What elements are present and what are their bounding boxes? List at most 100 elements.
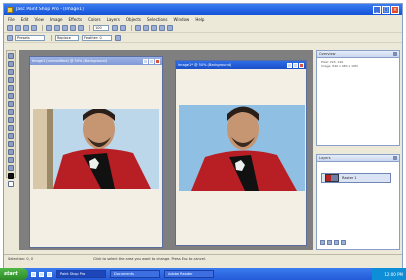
panel-close-icon[interactable] bbox=[393, 156, 397, 160]
cut-icon[interactable] bbox=[46, 25, 52, 31]
document-title: Image1 (unmodified) @ 50% (Background) bbox=[32, 59, 108, 63]
crop-icon[interactable] bbox=[135, 25, 141, 31]
eraser-tool-icon[interactable] bbox=[8, 141, 14, 147]
close-button[interactable]: × bbox=[391, 5, 399, 14]
menu-objects[interactable]: Objects bbox=[126, 17, 141, 22]
new-file-icon[interactable] bbox=[7, 25, 13, 31]
toolbar-separator bbox=[42, 25, 43, 31]
maximize-button[interactable]: □ bbox=[382, 5, 390, 14]
copy-icon[interactable] bbox=[54, 25, 60, 31]
move-tool-icon[interactable] bbox=[8, 85, 14, 91]
paste-icon[interactable] bbox=[62, 25, 68, 31]
undo-icon[interactable] bbox=[70, 25, 76, 31]
start-button[interactable]: start bbox=[0, 268, 28, 280]
menu-selections[interactable]: Selections bbox=[147, 17, 168, 22]
shape-tool-icon[interactable] bbox=[8, 165, 14, 171]
selection-tool-icon[interactable] bbox=[8, 93, 14, 99]
mode-dropdown[interactable]: Replace bbox=[55, 35, 79, 41]
color-replacer-icon[interactable] bbox=[8, 125, 14, 131]
menu-colors[interactable]: Colors bbox=[88, 17, 101, 22]
zoom-field[interactable]: 100 bbox=[93, 25, 109, 31]
foreground-color-swatch[interactable] bbox=[8, 173, 14, 179]
menu-layers[interactable]: Layers bbox=[107, 17, 120, 22]
zoom-out-icon[interactable] bbox=[120, 25, 126, 31]
redo-icon[interactable] bbox=[78, 25, 84, 31]
deform-tool-icon[interactable] bbox=[8, 69, 14, 75]
document-title-bar[interactable]: Image1 (unmodified) @ 50% (Background) bbox=[30, 57, 162, 65]
taskbar-item-reader[interactable]: Adobe Reader bbox=[164, 270, 214, 278]
menu-edit[interactable]: Edit bbox=[21, 17, 29, 22]
script-icon[interactable] bbox=[167, 25, 173, 31]
dropper-tool-icon[interactable] bbox=[8, 101, 14, 107]
panel-close-icon[interactable] bbox=[393, 52, 397, 56]
layer-name: Raster 1 bbox=[342, 176, 357, 180]
menu-view[interactable]: View bbox=[34, 17, 44, 22]
menu-image[interactable]: Image bbox=[50, 17, 63, 22]
taskbar-item-psp[interactable]: Paint Shop Pro bbox=[56, 270, 106, 278]
menu-help[interactable]: Help bbox=[195, 17, 204, 22]
photo-subject bbox=[33, 109, 159, 189]
layers-panel-title[interactable]: Layers bbox=[317, 155, 399, 162]
new-layer-icon[interactable] bbox=[320, 240, 325, 245]
layer-properties-icon[interactable] bbox=[341, 240, 346, 245]
quick-launch-ie-icon[interactable] bbox=[31, 271, 36, 277]
paint-brush-icon[interactable] bbox=[8, 109, 14, 115]
image-canvas[interactable] bbox=[33, 109, 159, 189]
maximize-icon[interactable] bbox=[293, 62, 298, 68]
app-title: Jasc Paint Shop Pro - [Image1] bbox=[16, 7, 84, 12]
flood-fill-icon[interactable] bbox=[8, 149, 14, 155]
close-icon[interactable] bbox=[155, 58, 160, 64]
workspace: Image1 (unmodified) @ 50% (Background) I… bbox=[19, 50, 313, 250]
tools-toolbar bbox=[6, 50, 16, 187]
clone-brush-icon[interactable] bbox=[8, 117, 14, 123]
layers-icon[interactable] bbox=[159, 25, 165, 31]
toolbar-separator bbox=[131, 25, 132, 31]
app-icon bbox=[7, 6, 13, 13]
presets-dropdown[interactable]: Presets bbox=[15, 35, 45, 41]
antialias-icon[interactable] bbox=[115, 35, 121, 41]
minimize-icon[interactable] bbox=[143, 58, 148, 64]
zoom-in-icon[interactable] bbox=[112, 25, 118, 31]
save-icon[interactable] bbox=[23, 25, 29, 31]
feather-field[interactable]: Feather: 0 bbox=[82, 35, 112, 41]
zoom-tool-icon[interactable] bbox=[8, 61, 14, 67]
minimize-button[interactable]: _ bbox=[373, 5, 381, 14]
retouch-tool-icon[interactable] bbox=[8, 133, 14, 139]
selection-tool-icon[interactable] bbox=[7, 35, 13, 41]
maximize-icon[interactable] bbox=[149, 58, 154, 64]
duplicate-layer-icon[interactable] bbox=[327, 240, 332, 245]
layer-row[interactable]: Raster 1 bbox=[321, 173, 391, 183]
quick-launch-desktop-icon[interactable] bbox=[39, 271, 44, 277]
image-canvas[interactable] bbox=[179, 105, 305, 191]
taskbar: start Paint Shop Pro Documents Adobe Rea… bbox=[0, 268, 406, 280]
menu-effects[interactable]: Effects bbox=[68, 17, 82, 22]
crop-tool-icon[interactable] bbox=[8, 77, 14, 83]
background-color-swatch[interactable] bbox=[8, 181, 14, 187]
layers-panel: Layers Raster 1 bbox=[316, 154, 400, 250]
document-window-modified[interactable]: Image1* @ 50% (Background) bbox=[175, 60, 307, 246]
close-icon[interactable] bbox=[299, 62, 304, 68]
overview-panel-title[interactable]: Overview bbox=[317, 51, 399, 58]
delete-layer-icon[interactable] bbox=[334, 240, 339, 245]
resize-icon[interactable] bbox=[143, 25, 149, 31]
minimize-icon[interactable] bbox=[287, 62, 292, 68]
standard-toolbar: 100 bbox=[4, 24, 402, 33]
clock[interactable]: 12:00 PM bbox=[384, 272, 403, 277]
open-file-icon[interactable] bbox=[15, 25, 21, 31]
title-bar[interactable]: Jasc Paint Shop Pro - [Image1] _ □ × bbox=[4, 4, 402, 15]
taskbar-item-documents[interactable]: Documents bbox=[110, 270, 160, 278]
document-window-original[interactable]: Image1 (unmodified) @ 50% (Background) bbox=[29, 56, 163, 248]
histogram-icon[interactable] bbox=[151, 25, 157, 31]
toolbar-separator bbox=[89, 25, 90, 31]
photo-subject bbox=[179, 105, 305, 191]
menu-window[interactable]: Window bbox=[174, 17, 190, 22]
quick-launch-media-icon[interactable] bbox=[47, 271, 52, 277]
text-tool-icon[interactable] bbox=[8, 157, 14, 163]
pan-tool-icon[interactable] bbox=[8, 53, 14, 59]
menu-file[interactable]: File bbox=[8, 17, 15, 22]
tool-options-toolbar: Presets Replace Feather: 0 bbox=[4, 34, 402, 43]
print-icon[interactable] bbox=[31, 25, 37, 31]
document-title-bar[interactable]: Image1* @ 50% (Background) bbox=[176, 61, 306, 69]
status-hint: Click to select the area you want to cha… bbox=[93, 256, 206, 261]
status-bar: Selection: 0, 0 Click to select the area… bbox=[4, 254, 402, 262]
